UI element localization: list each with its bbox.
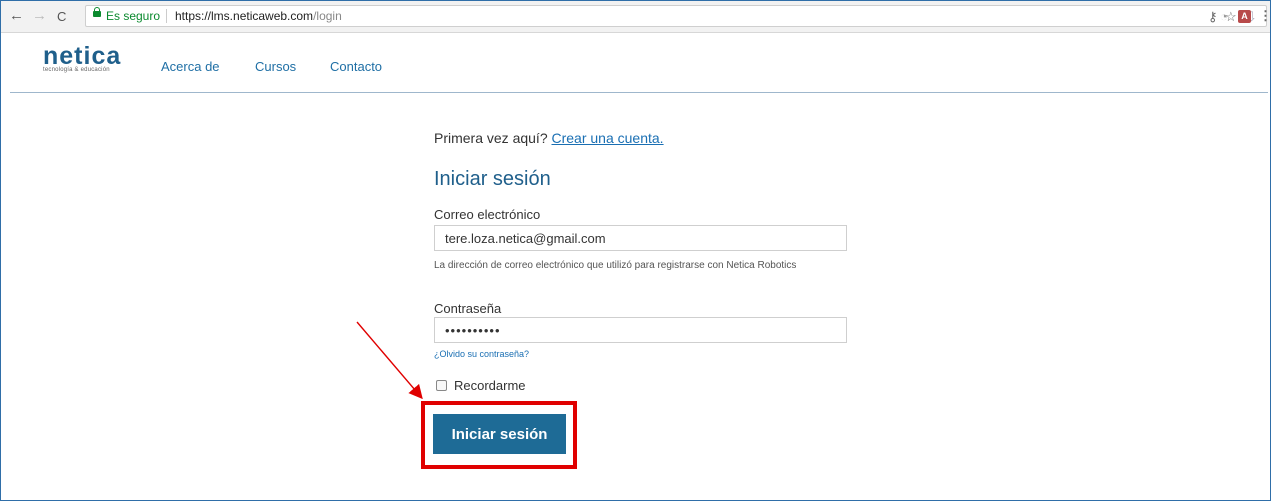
annotation-arrow: [356, 321, 423, 400]
